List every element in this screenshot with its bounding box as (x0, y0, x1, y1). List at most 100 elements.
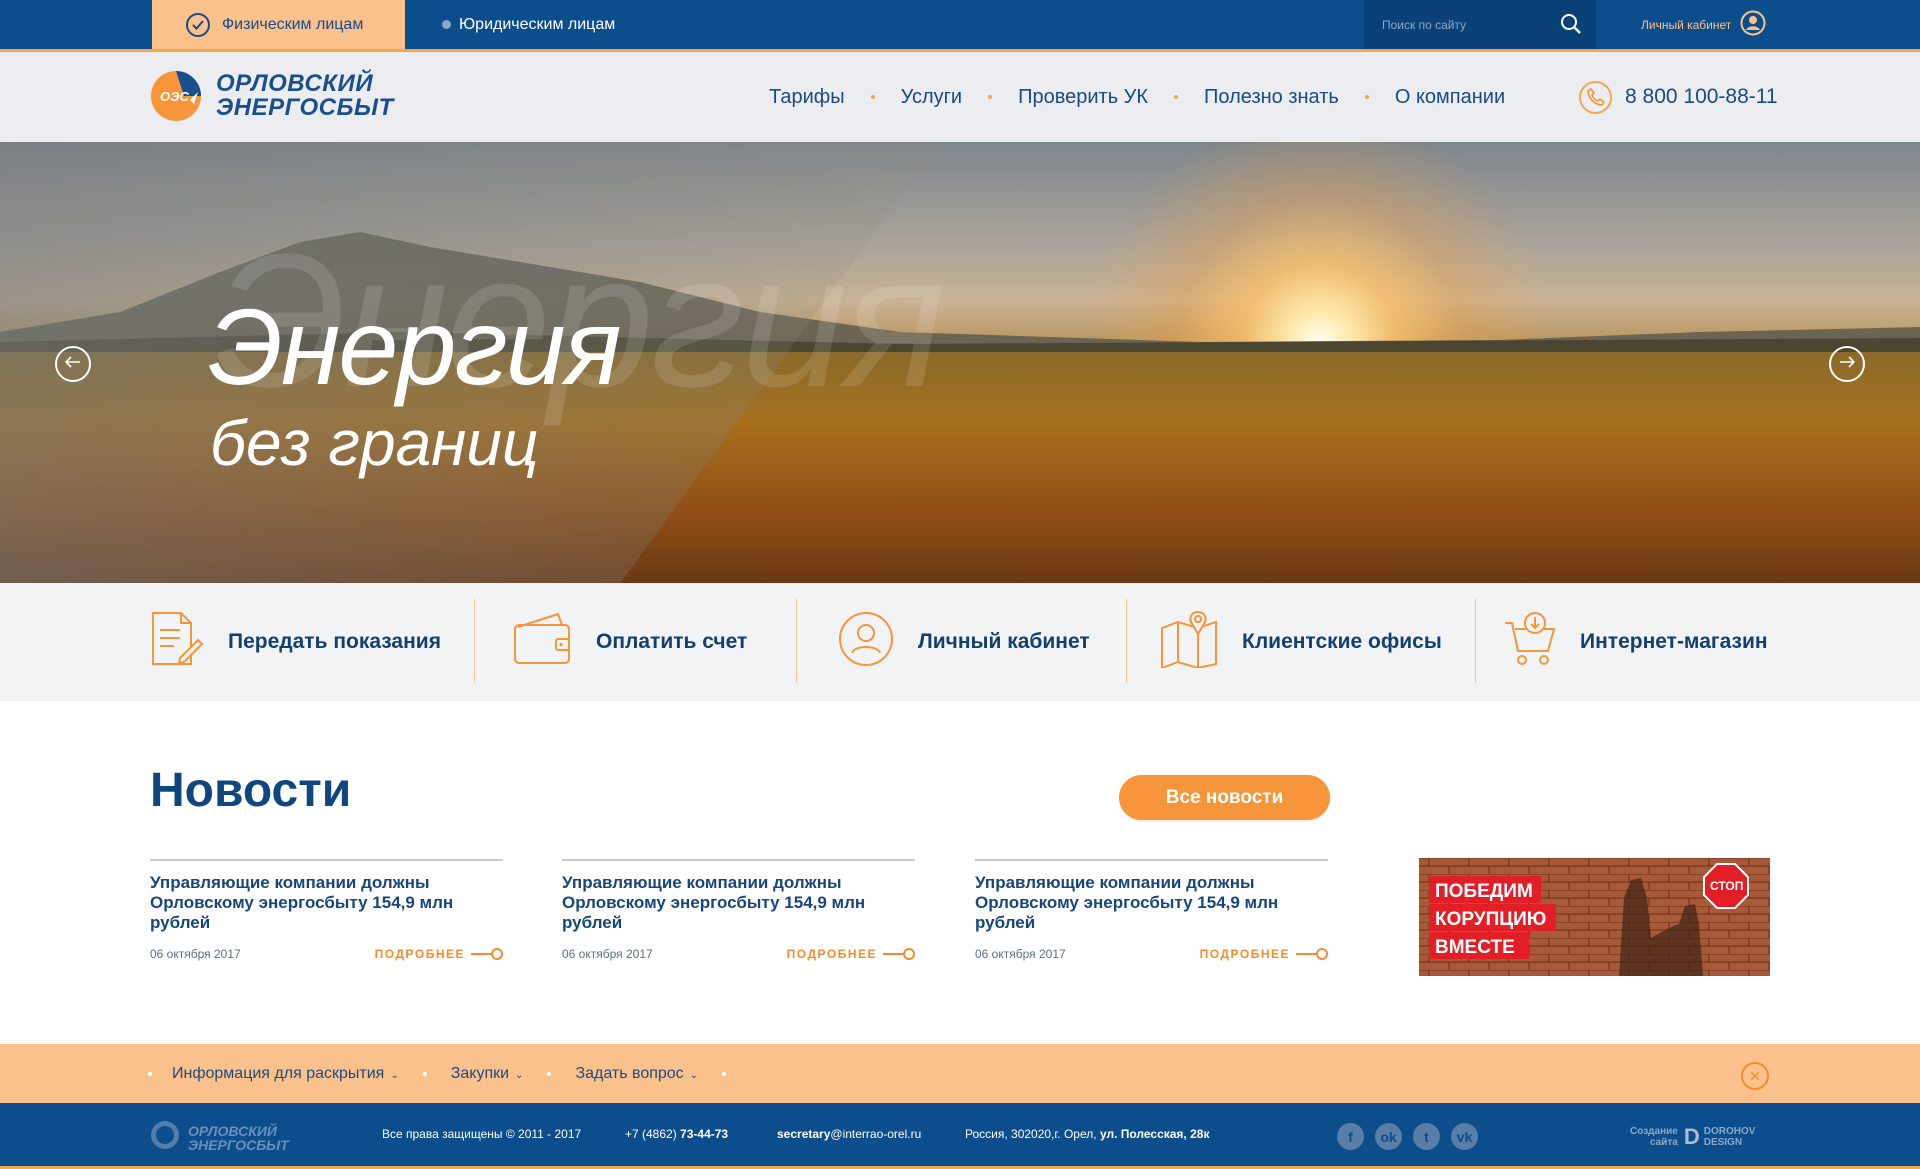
more-label: ПОДРОБНЕЕ (786, 947, 877, 961)
menu-bullet (422, 1071, 427, 1076)
footer-menu-disclosure[interactable]: Информация для раскрытия ⌄ (172, 1065, 399, 1083)
all-news-button[interactable]: Все новости (1119, 775, 1330, 820)
close-menu-button[interactable]: ✕ (1741, 1062, 1769, 1090)
hero-subtitle: без границ (210, 407, 539, 479)
arrow-left-icon (64, 355, 81, 373)
close-icon: ✕ (1749, 1067, 1761, 1084)
studio-line-1: DOROHOV (1703, 1126, 1756, 1137)
nav-item-check-uk[interactable]: Проверить УК (1018, 86, 1148, 109)
slider-next-button[interactable] (1829, 346, 1865, 382)
vk-icon[interactable]: vk (1451, 1123, 1478, 1150)
quick-link-label: Интернет-магазин (1580, 630, 1768, 653)
cart-icon (1504, 611, 1580, 673)
news-item-title[interactable]: Управляющие компании должны Орловскому э… (150, 873, 453, 932)
nav-item-useful[interactable]: Полезно знать (1204, 86, 1339, 109)
header-phone[interactable]: 8 800 100-88-11 (1579, 52, 1778, 142)
personal-cabinet-label: Личный кабинет (1641, 17, 1732, 32)
banner-artwork: ПОБЕДИМ КОРУПЦИЮ ВМЕСТЕ СТОП (1419, 858, 1770, 976)
news-item-title[interactable]: Управляющие компании должны Орловскому э… (562, 873, 865, 932)
facebook-icon[interactable]: f (1337, 1123, 1364, 1150)
footer-email-user: secretary (777, 1127, 831, 1141)
footer-phone[interactable]: +7 (4862) 73-44-73 (625, 1127, 728, 1141)
user-icon (838, 611, 918, 673)
news-item-title[interactable]: Управляющие компании должны Орловскому э… (975, 873, 1278, 932)
circle-icon (903, 948, 915, 960)
studio-name: DOROHOV DESIGN (1704, 1126, 1756, 1148)
bullet-icon (442, 20, 451, 29)
phone-icon (1579, 80, 1612, 114)
logo-line-1: ОРЛОВСКИЙ (216, 70, 374, 97)
user-icon (1740, 10, 1766, 39)
quick-link-label: Клиентские офисы (1242, 630, 1442, 653)
footer-menu-label: Информация для раскрытия (172, 1064, 385, 1082)
personal-cabinet-link[interactable]: Личный кабинет (1641, 0, 1766, 49)
top-bar: Физическим лицам Юридическим лицам Личны… (0, 0, 1920, 52)
footer-phone-prefix: +7 (4862) (625, 1127, 677, 1141)
wallet-icon (512, 611, 596, 673)
quick-link-pay[interactable]: Оплатить счет (512, 583, 747, 701)
copyright: Все права защищены © 2011 - 2017 (382, 1127, 582, 1141)
menu-bullet (547, 1071, 552, 1076)
svg-text:КОРУПЦИЮ: КОРУПЦИЮ (1435, 909, 1546, 930)
footer-menu-purchases[interactable]: Закупки ⌄ (451, 1065, 524, 1083)
nav-item-tariffs[interactable]: Тарифы (769, 86, 845, 109)
quick-link-readings[interactable]: Передать показания (150, 583, 441, 701)
tab-legal-persons[interactable]: Юридическим лицам (442, 0, 615, 49)
search-icon[interactable] (1560, 13, 1582, 40)
news-item: Управляющие компании должны Орловскому э… (150, 859, 503, 961)
arrow-right-icon (1839, 355, 1856, 373)
chevron-down-icon: ⌄ (515, 1069, 524, 1081)
chevron-down-icon: ⌄ (689, 1069, 699, 1081)
news-item-date: 06 октября 2017 (562, 947, 653, 961)
arrow-line-icon (883, 953, 903, 955)
nav-item-services[interactable]: Услуги (901, 86, 963, 109)
divider (1475, 599, 1476, 683)
odnoklassniki-icon[interactable]: ok (1375, 1123, 1402, 1150)
menu-bullet (722, 1071, 727, 1076)
quick-link-offices[interactable]: Клиентские офисы (1160, 583, 1442, 701)
circle-icon (491, 948, 503, 960)
news-title: Новости (150, 764, 352, 817)
nav-separator (988, 95, 993, 99)
quick-links: Передать показания Оплатить счет Личный … (0, 583, 1920, 701)
arrow-line-icon (471, 953, 491, 955)
credits-text: Создание сайта (1630, 1126, 1678, 1148)
nav-item-about[interactable]: О компании (1395, 86, 1505, 109)
arrow-line-icon (1296, 953, 1316, 955)
divider (796, 599, 797, 683)
slider-prev-button[interactable] (55, 346, 91, 382)
footer-address-prefix: Россия, 302020,г. Орел, (965, 1127, 1097, 1141)
twitter-icon[interactable]: t (1413, 1123, 1440, 1150)
site-footer: ОРЛОВСКИЙ ЭНЕРГОСБЫТ Все права защищены … (0, 1103, 1920, 1169)
news-item: Управляющие компании должны Орловскому э… (562, 859, 915, 961)
divider (474, 599, 475, 683)
news-item-more-link[interactable]: ПОДРОБНЕЕ (1200, 947, 1328, 961)
svg-text:СТОП: СТОП (1710, 879, 1743, 893)
footer-phone-number: 73-44-73 (680, 1127, 729, 1141)
footer-menu-question[interactable]: Задать вопрос ⌄ (575, 1065, 698, 1083)
credits-line-1: Создание (1630, 1126, 1678, 1137)
footer-menu-items: Информация для раскрытия ⌄ Закупки ⌄ Задат… (148, 1044, 750, 1103)
circle-icon (1316, 948, 1328, 960)
news-item-more-link[interactable]: ПОДРОБНЕЕ (787, 947, 915, 961)
footer-email[interactable]: secretary@interrao-orel.ru (777, 1127, 921, 1141)
news-item: Управляющие компании должны Орловскому э… (975, 859, 1328, 961)
quick-link-label: Передать показания (228, 630, 441, 653)
map-pin-icon (1160, 610, 1242, 674)
quick-link-cabinet[interactable]: Личный кабинет (838, 583, 1090, 701)
document-pen-icon (150, 610, 228, 674)
footer-logo[interactable]: ОРЛОВСКИЙ ЭНЕРГОСБЫТ (150, 1120, 289, 1155)
nav-separator (870, 95, 875, 99)
search-input[interactable] (1382, 17, 1542, 32)
footer-logo-line-2: ЭНЕРГОСБЫТ (188, 1136, 289, 1153)
site-logo[interactable]: ОЭС ОРЛОВСКИЙ ЭНЕРГОСБЫТ (150, 70, 394, 122)
footer-menu-label: Закупки (450, 1064, 510, 1082)
quick-link-label: Личный кабинет (918, 630, 1090, 653)
news-item-more-link[interactable]: ПОДРОБНЕЕ (375, 947, 503, 961)
quick-link-shop[interactable]: Интернет-магазин (1504, 583, 1768, 701)
footer-logo-text: ОРЛОВСКИЙ ЭНЕРГОСБЫТ (188, 1124, 289, 1152)
studio-logo-icon: D (1683, 1124, 1700, 1149)
tab-physical-persons[interactable]: Физическим лицам (152, 0, 405, 49)
anti-corruption-banner[interactable]: ПОБЕДИМ КОРУПЦИЮ ВМЕСТЕ СТОП (1419, 858, 1770, 976)
studio-credits[interactable]: Создание сайта D DOROHOV DESIGN (1630, 1124, 1755, 1150)
